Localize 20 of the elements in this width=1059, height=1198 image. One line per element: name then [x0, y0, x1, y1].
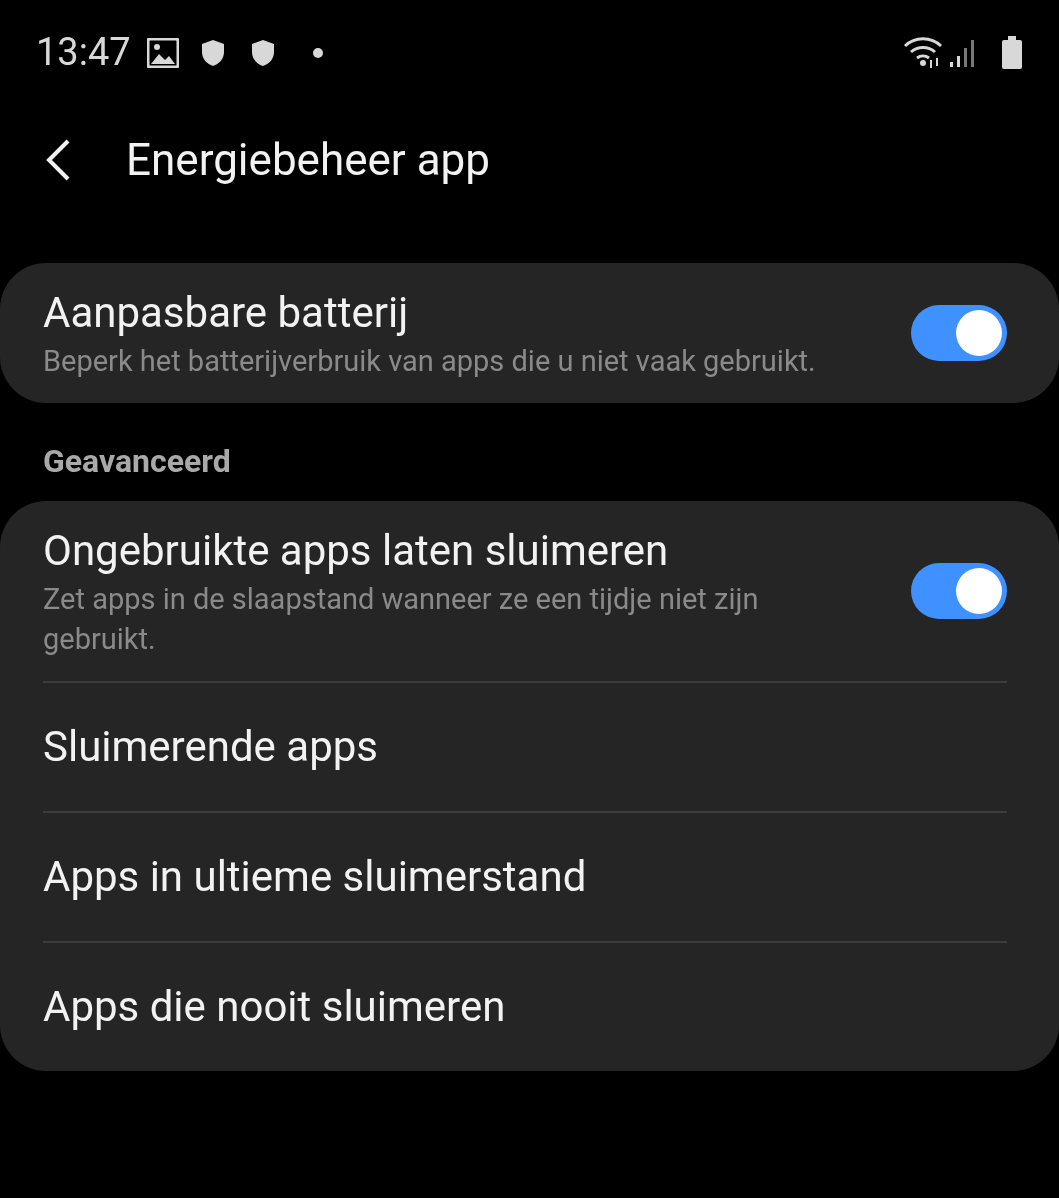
toggle-switch[interactable] [911, 563, 1007, 619]
image-icon [146, 37, 179, 68]
setting-title[interactable]: Apps in ultieme sluimerstand [43, 849, 1007, 905]
battery-icon [1001, 35, 1023, 70]
shield-icon [250, 38, 275, 67]
page-title: Energiebeheer app [126, 133, 490, 188]
setting-title[interactable]: Ongebruikte apps laten sluimeren [43, 523, 887, 579]
setting-title[interactable]: Aanpasbare batterij [43, 285, 887, 341]
toggle-switch[interactable] [911, 305, 1007, 361]
status-time: 13:47 [36, 29, 131, 76]
back-icon[interactable] [44, 138, 72, 182]
shield-icon [200, 38, 225, 67]
setting-title[interactable]: Sluimerende apps [43, 719, 1007, 775]
section-heading: Geavanceerd [42, 441, 232, 482]
setting-title[interactable]: Apps die nooit sluimeren [43, 979, 1007, 1035]
setting-description: Beperk het batterijverbruik van apps die u niet vaak gebruikt. [43, 343, 817, 380]
signal-icon [949, 37, 977, 68]
setting-description: Zet apps in de slaapstand wanneer ze een tijdje niet zijn gebruikt. [43, 581, 760, 658]
wifi-icon [903, 35, 943, 70]
dot-icon [312, 47, 323, 58]
